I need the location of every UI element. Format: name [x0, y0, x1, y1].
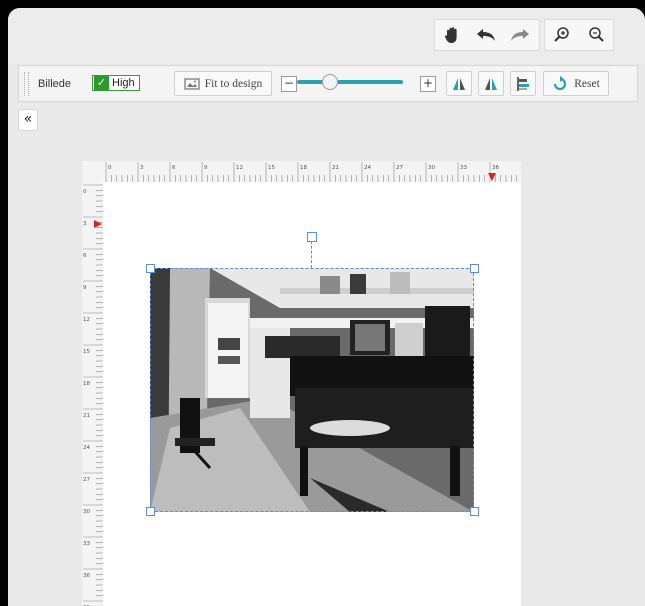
resize-handle-bottom-left[interactable] [146, 507, 155, 516]
ruler-v-label: 12 [83, 317, 90, 323]
ruler-h-label: 6 [172, 165, 176, 171]
top-toolbar [8, 8, 645, 64]
reset-label: Reset [574, 77, 600, 90]
slider-track[interactable] [297, 80, 403, 84]
ruler-h-label: 15 [268, 165, 275, 171]
selection-frame[interactable] [150, 268, 474, 512]
slider-knob[interactable] [322, 74, 338, 90]
ruler-h-label: 3 [140, 165, 144, 171]
editor-window: Billede ✓ High Fit to design − + Reset « [8, 8, 645, 606]
image-toolbar: Billede ✓ High Fit to design − + Reset [18, 65, 638, 102]
flip-horizontal-icon [453, 77, 465, 90]
checkmark-icon: ✓ [94, 76, 109, 90]
align-icon [517, 76, 529, 91]
ruler-corner [82, 161, 103, 182]
collapse-panel-button[interactable]: « [18, 109, 38, 131]
ruler-v-label: 27 [83, 477, 90, 483]
align-button[interactable] [510, 71, 536, 96]
ruler-h-label: 9 [204, 165, 208, 171]
zoom-plus-button[interactable]: + [420, 76, 436, 92]
section-label: Billede [38, 78, 72, 90]
reset-icon [554, 75, 567, 90]
horizontal-ruler: 036912151821242730333639 [103, 161, 521, 183]
vertical-ruler: 036912151821242730333639 [82, 182, 104, 606]
ruler-h-label: 30 [428, 165, 435, 171]
ruler-h-label: 33 [460, 165, 467, 171]
ruler-h-label: 12 [236, 165, 243, 171]
rotation-guide [311, 241, 312, 268]
ruler-v-label: 15 [83, 349, 90, 355]
fit-to-design-label: Fit to design [204, 77, 263, 90]
zoom-minus-button[interactable]: − [281, 76, 297, 92]
undo-icon[interactable] [469, 21, 503, 49]
fit-to-design-button[interactable]: Fit to design [174, 71, 272, 96]
history-group [434, 19, 540, 51]
high-quality-checkbox[interactable]: ✓ High [92, 75, 140, 91]
flip-horizontal-button[interactable] [446, 71, 472, 96]
ruler-h-label: 24 [364, 165, 371, 171]
ruler-v-label: 6 [83, 253, 87, 259]
ruler-v-label: 18 [83, 381, 90, 387]
ruler-v-label: 9 [83, 285, 87, 291]
hand-icon[interactable] [435, 21, 469, 49]
zoom-group [544, 19, 614, 51]
ruler-v-label: 30 [83, 509, 90, 515]
zoom-out-icon[interactable] [579, 21, 613, 49]
flip-vertical-button[interactable] [478, 71, 504, 96]
high-quality-label: High [112, 77, 135, 89]
toolbar-grip[interactable] [24, 72, 29, 96]
resize-handle-top-right[interactable] [470, 264, 479, 273]
ruler-h-marker[interactable] [488, 173, 496, 181]
reset-button[interactable]: Reset [543, 71, 609, 96]
ruler-v-label: 33 [83, 541, 90, 547]
rotate-handle[interactable] [307, 232, 317, 242]
ruler-h-label: 21 [332, 165, 339, 171]
zoom-in-icon[interactable] [545, 21, 579, 49]
ruler-h-label: 27 [396, 165, 403, 171]
redo-icon[interactable] [503, 21, 537, 49]
ruler-v-label: 21 [83, 413, 90, 419]
fit-icon [184, 78, 200, 89]
resize-handle-top-left[interactable] [146, 264, 155, 273]
ruler-v-label: 24 [83, 445, 90, 451]
ruler-v-label: 36 [83, 573, 90, 579]
ruler-h-label: 0 [108, 165, 112, 171]
resize-handle-bottom-right[interactable] [470, 507, 479, 516]
flip-vertical-icon [485, 77, 497, 90]
ruler-h-label: 36 [492, 165, 499, 171]
ruler-v-marker[interactable] [94, 220, 102, 228]
ruler-h-label: 18 [300, 165, 307, 171]
ruler-v-label: 0 [83, 189, 87, 195]
ruler-v-label: 3 [83, 221, 87, 227]
